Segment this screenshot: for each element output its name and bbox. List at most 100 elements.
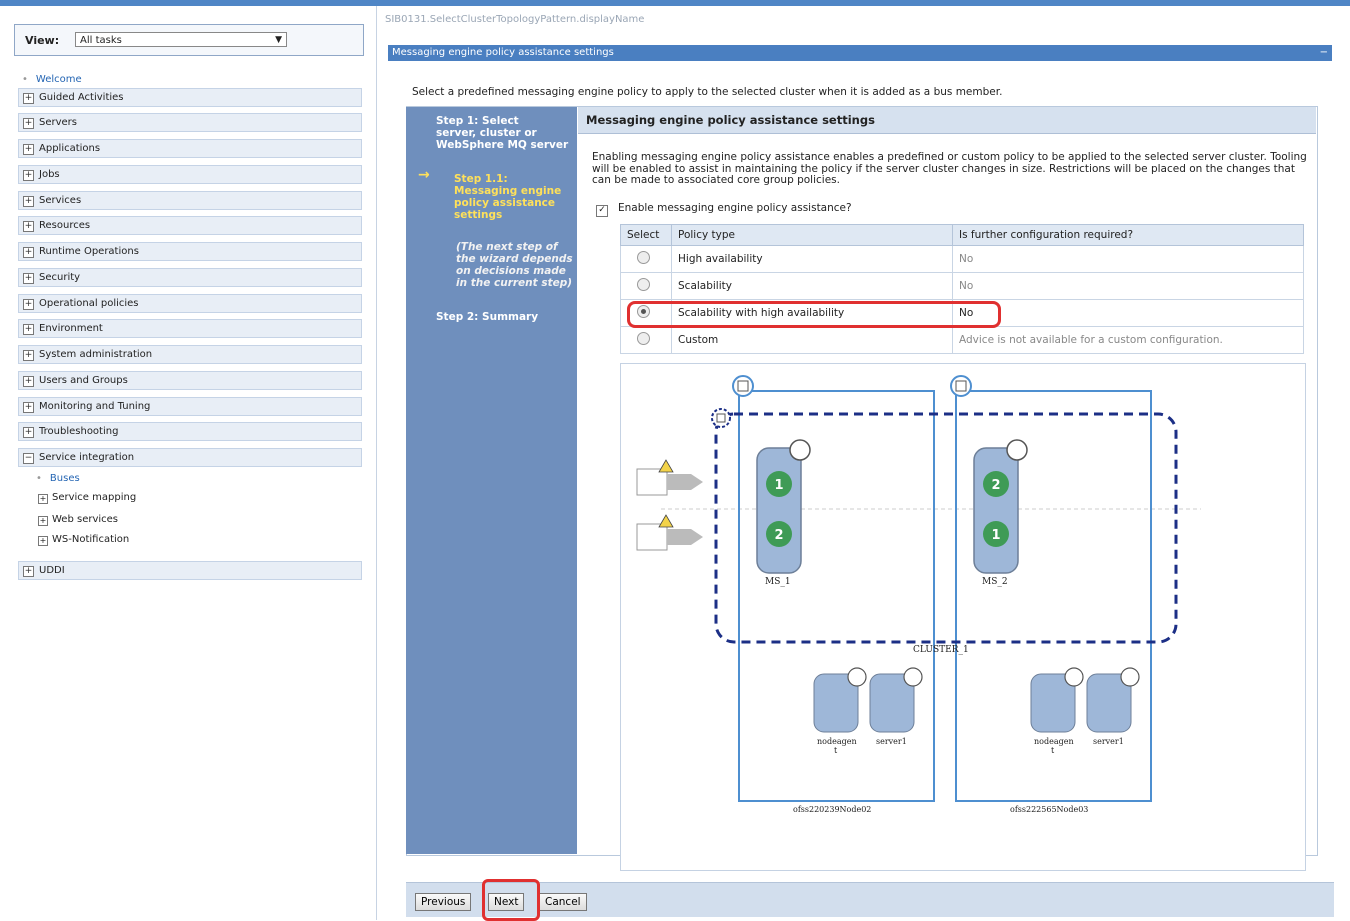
nav-item-services[interactable]: + Services: [18, 191, 362, 210]
expand-icon[interactable]: +: [23, 376, 34, 387]
messaging-engine-ms2: [973, 447, 1019, 574]
nav-item-label: Servers: [39, 117, 78, 128]
enable-policy-option: ✓ Enable messaging engine policy assistan…: [596, 202, 852, 217]
enable-policy-checkbox[interactable]: ✓: [596, 205, 608, 217]
expand-icon[interactable]: +: [23, 221, 34, 232]
nav-item-label: Guided Activities: [39, 92, 124, 103]
step-2[interactable]: Step 2: Summary: [436, 311, 538, 323]
nav-item-operational-policies[interactable]: + Operational policies: [18, 294, 362, 313]
nav-item-troubleshooting[interactable]: + Troubleshooting: [18, 422, 362, 441]
ms1-server-icon: [789, 439, 811, 461]
sub-item-label: Web services: [52, 514, 119, 525]
expand-icon[interactable]: +: [23, 247, 34, 258]
nav-item-label: Operational policies: [39, 298, 139, 309]
nodeagent-label-cont: t: [1051, 746, 1055, 755]
nav-item-system-administration[interactable]: + System administration: [18, 345, 362, 364]
nav-item-uddi[interactable]: + UDDI: [18, 561, 362, 580]
nav-item-service-integration[interactable]: − Service integration: [18, 448, 362, 467]
server1-label: server1: [1093, 737, 1124, 746]
sub-item-service-mapping[interactable]: + Service mapping: [36, 490, 136, 506]
nav-item-jobs[interactable]: + Jobs: [18, 165, 362, 184]
sub-item-label: Buses: [49, 473, 80, 484]
content-title: Messaging engine policy assistance setti…: [578, 107, 1316, 134]
policy-cell: Custom: [671, 326, 953, 354]
nav-item-security[interactable]: + Security: [18, 268, 362, 287]
enable-policy-label: Enable messaging engine policy assistanc…: [618, 202, 852, 214]
nav-item-label: Services: [39, 195, 82, 206]
step-1[interactable]: Step 1: Select server, cluster or WebSph…: [436, 115, 568, 151]
expand-icon[interactable]: +: [23, 93, 34, 104]
expand-icon[interactable]: +: [38, 536, 48, 546]
selected-row-highlight: [627, 301, 1001, 328]
expand-icon[interactable]: +: [23, 196, 34, 207]
panel-header: Messaging engine policy assistance setti…: [388, 45, 1332, 61]
current-step-arrow-icon: →: [418, 167, 430, 183]
column-header-policy-type: Policy type: [671, 224, 953, 246]
nav-item-runtime-operations[interactable]: + Runtime Operations: [18, 242, 362, 261]
badge-1-label: 1: [991, 528, 1000, 543]
step-1-1-line: Messaging engine: [454, 185, 562, 197]
view-select[interactable]: All tasks ▼: [75, 32, 287, 47]
step-note-line: on decisions made: [456, 265, 566, 277]
nav-item-environment[interactable]: + Environment: [18, 319, 362, 338]
nav-item-guided-activities[interactable]: + Guided Activities: [18, 88, 362, 107]
nav-item-label: Applications: [39, 143, 101, 154]
nav-item-applications[interactable]: + Applications: [18, 139, 362, 158]
policy-radio-custom[interactable]: [637, 332, 650, 345]
minimize-icon[interactable]: −: [1320, 45, 1328, 61]
expand-icon[interactable]: +: [23, 144, 34, 155]
expand-icon[interactable]: +: [23, 273, 34, 284]
nav-item-monitoring-and-tuning[interactable]: + Monitoring and Tuning: [18, 397, 362, 416]
server-icon: [903, 667, 923, 687]
next-button-highlight: [482, 879, 540, 921]
ms1-label: MS_1: [765, 577, 791, 587]
previous-button[interactable]: Previous: [415, 893, 472, 911]
node-2-icon: [950, 375, 972, 397]
cancel-button[interactable]: Cancel: [539, 893, 587, 911]
step-1-1-line: policy assistance: [454, 197, 556, 209]
collapse-icon[interactable]: −: [23, 453, 34, 464]
config-cell: No: [952, 299, 1304, 327]
nav-item-label: Resources: [39, 220, 91, 231]
sub-item-web-services[interactable]: + Web services: [36, 512, 118, 528]
sub-item-label: Service mapping: [52, 492, 137, 503]
view-label: View:: [25, 34, 60, 47]
expand-icon[interactable]: +: [23, 118, 34, 129]
sub-item-label: WS-Notification: [52, 534, 130, 545]
expand-icon[interactable]: +: [38, 516, 48, 526]
nav-item-label: Service integration: [39, 452, 135, 463]
table-header-row: Select Policy type Is further configurat…: [620, 224, 1304, 246]
nav-item-servers[interactable]: + Servers: [18, 113, 362, 132]
step-1-line: Step 1: Select: [436, 115, 519, 127]
nav-item-label: System administration: [39, 349, 153, 360]
nav-item-label: Runtime Operations: [39, 246, 139, 257]
column-header-configuration: Is further configuration required?: [952, 224, 1304, 246]
policy-radio-high-availability[interactable]: [637, 251, 650, 264]
nav-item-users-and-groups[interactable]: + Users and Groups: [18, 371, 362, 390]
welcome-link[interactable]: • Welcome: [22, 74, 82, 85]
expand-icon[interactable]: +: [23, 170, 34, 181]
badge-1-label: 1: [774, 478, 783, 493]
policy-table: Select Policy type Is further configurat…: [620, 224, 1304, 354]
config-cell: No: [952, 245, 1304, 273]
expand-icon[interactable]: +: [23, 566, 34, 577]
step-note: (The next step of the wizard depends on …: [456, 241, 573, 289]
select-cell: [620, 326, 672, 354]
expand-icon[interactable]: +: [38, 494, 48, 504]
sub-item-buses[interactable]: • Buses: [36, 473, 80, 484]
badge-2-label: 2: [991, 478, 1000, 493]
policy-cell: Scalability: [671, 272, 953, 300]
expand-icon[interactable]: +: [23, 427, 34, 438]
sub-item-ws-notification[interactable]: + WS-Notification: [36, 532, 129, 548]
nav-item-resources[interactable]: + Resources: [18, 216, 362, 235]
expand-icon[interactable]: +: [23, 402, 34, 413]
expand-icon[interactable]: +: [23, 350, 34, 361]
policy-radio-scalability[interactable]: [637, 278, 650, 291]
nav-item-label: Security: [39, 272, 81, 283]
config-cell: No: [952, 272, 1304, 300]
expand-icon[interactable]: +: [23, 324, 34, 335]
ms2-server-icon: [1006, 439, 1028, 461]
expand-icon[interactable]: +: [23, 299, 34, 310]
intro-text: Select a predefined messaging engine pol…: [412, 86, 1003, 98]
step-1-line: WebSphere MQ server: [436, 139, 569, 151]
